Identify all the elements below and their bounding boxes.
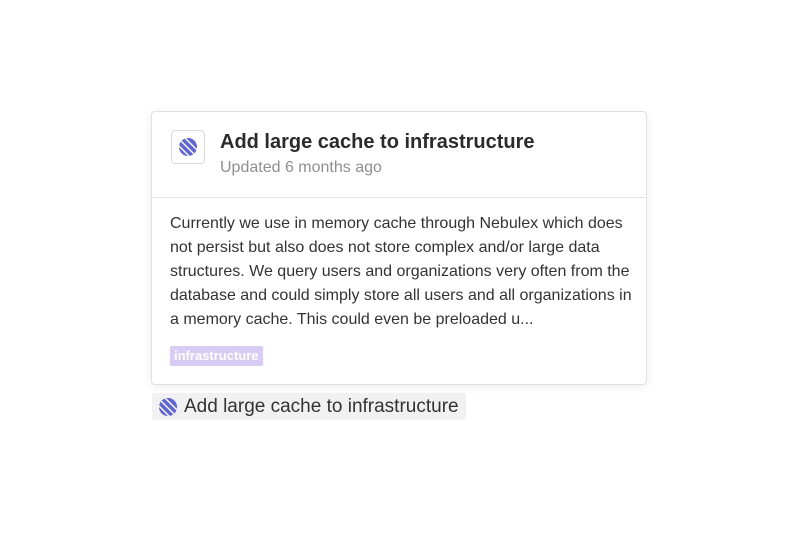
card-updated-time: Updated 6 months ago bbox=[220, 159, 382, 176]
link-chip-label: Add large cache to infrastructure bbox=[184, 395, 459, 417]
issue-link-chip[interactable]: Add large cache to infrastructure bbox=[152, 393, 466, 420]
card-description: Currently we use in memory cache through… bbox=[170, 215, 632, 328]
issue-preview-card[interactable]: Add large cache to infrastructure Update… bbox=[151, 111, 647, 385]
linear-app-icon bbox=[159, 397, 177, 416]
tag-badge[interactable]: infrastructure bbox=[170, 346, 263, 366]
card-title[interactable]: Add large cache to infrastructure bbox=[220, 131, 535, 154]
card-header: Add large cache to infrastructure Update… bbox=[152, 112, 646, 198]
card-body: Currently we use in memory cache through… bbox=[152, 198, 646, 366]
app-icon-container bbox=[171, 130, 205, 164]
linear-app-icon bbox=[179, 138, 197, 156]
